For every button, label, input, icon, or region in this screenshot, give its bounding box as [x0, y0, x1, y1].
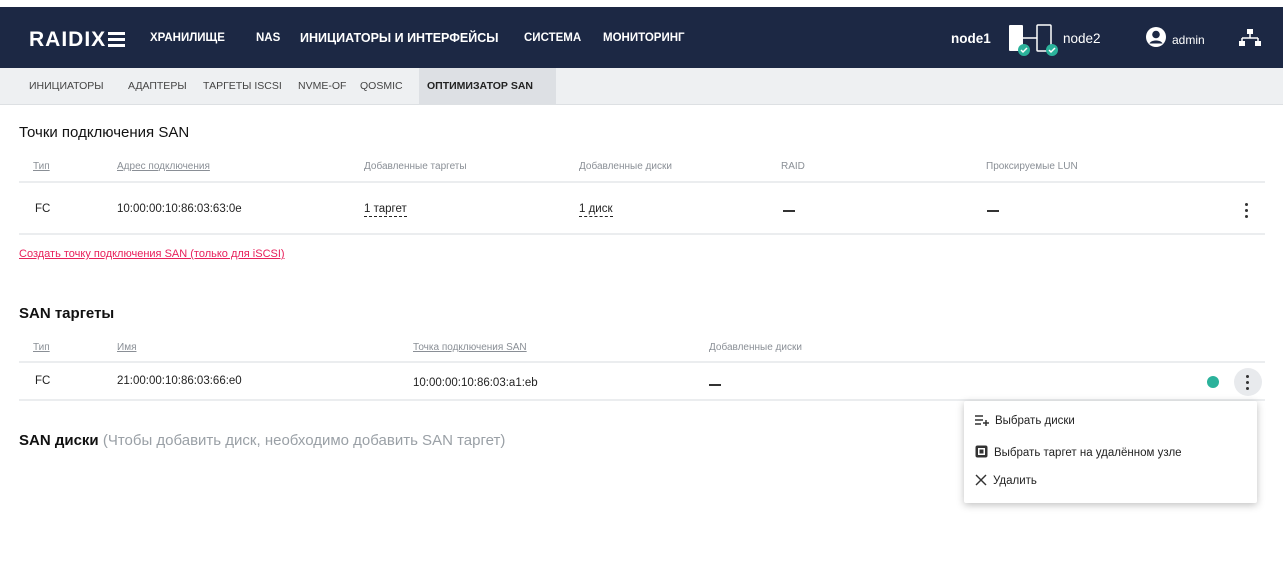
menu-item-label: Выбрать таргет на удалённом узле	[994, 447, 1182, 459]
row-divider	[19, 361, 1265, 363]
menu-select-disks[interactable]: Выбрать диски	[975, 414, 1075, 427]
menu-select-remote-target[interactable]: Выбрать таргет на удалённом узле	[975, 445, 1182, 459]
lun-empty-dash	[987, 210, 999, 212]
col-added-targets: Добавленные таргеты	[364, 161, 467, 172]
add-list-icon	[975, 415, 989, 426]
sub-navbar: ИНИЦИАТОРЫ АДАПТЕРЫ ТАРГЕТЫ ISCSI NVME-O…	[0, 68, 1283, 105]
nav-initiators-interfaces[interactable]: ИНИЦИАТОРЫ И ИНТЕРФЕЙСЫ	[300, 31, 498, 45]
cell-type: FC	[35, 203, 51, 215]
san-points-title: Точки подключения SAN	[19, 124, 190, 141]
san-disks-hint: (Чтобы добавить диск, необходимо добавит…	[102, 432, 506, 449]
cell-address: 10:00:00:10:86:03:63:0e	[117, 203, 242, 215]
targets-link[interactable]: 1 таргет	[364, 203, 407, 217]
row-divider	[19, 233, 1265, 235]
cell-san-point: 10:00:00:10:86:03:a1:eb	[413, 377, 538, 389]
tab-initiators[interactable]: ИНИЦИАТОРЫ	[29, 80, 104, 92]
col-added-disks: Добавленные диски	[709, 342, 802, 353]
status-ok-icon	[1207, 376, 1219, 388]
menu-delete[interactable]: Удалить	[975, 474, 1037, 487]
row-menu-icon[interactable]	[1245, 203, 1249, 221]
col-added-disks: Добавленные диски	[579, 161, 672, 172]
cell-type: FC	[35, 375, 51, 387]
nav-monitoring[interactable]: МОНИТОРИНГ	[603, 32, 685, 44]
network-icon[interactable]	[1238, 28, 1262, 48]
col-name[interactable]: Имя	[117, 342, 136, 353]
tab-san-optimizer[interactable]: ОПТИМИЗАТОР SAN	[427, 80, 533, 92]
node1-label[interactable]: node1	[951, 31, 991, 46]
disks-link[interactable]: 1 диск	[579, 203, 613, 217]
tab-iscsi-targets[interactable]: ТАРГЕТЫ ISCSI	[203, 80, 282, 92]
col-type[interactable]: Тип	[33, 161, 50, 172]
col-san-point[interactable]: Точка подключения SAN	[413, 342, 527, 353]
col-proxied-lun: Проксируемые LUN	[986, 161, 1078, 172]
col-address[interactable]: Адрес подключения	[117, 161, 210, 172]
target-box-icon	[975, 445, 988, 458]
col-type[interactable]: Тип	[33, 342, 50, 353]
tab-nvme-of[interactable]: NVME-OF	[298, 80, 346, 92]
nav-system[interactable]: СИСТЕМА	[524, 32, 581, 44]
logo-bars-icon	[108, 32, 126, 47]
kebab-icon	[1246, 375, 1250, 393]
nav-storage[interactable]: ХРАНИЛИЩЕ	[150, 32, 225, 44]
user-name[interactable]: admin	[1172, 33, 1205, 47]
tab-adapters[interactable]: АДАПТЕРЫ	[128, 80, 187, 92]
menu-item-label: Выбрать диски	[995, 415, 1075, 427]
row-divider	[19, 181, 1265, 183]
top-navbar: RAIDIX ХРАНИЛИЩЕ NAS ИНИЦИАТОРЫ И ИНТЕРФ…	[0, 7, 1283, 75]
san-targets-title: SAN таргеты	[19, 305, 115, 322]
menu-item-label: Удалить	[993, 475, 1037, 487]
nav-nas[interactable]: NAS	[256, 32, 280, 44]
close-icon	[975, 474, 987, 486]
logo-text: RAIDIX	[29, 28, 107, 51]
node2-label[interactable]: node2	[1063, 31, 1101, 46]
nodes-status-icon[interactable]	[1007, 23, 1059, 59]
col-raid: RAID	[781, 161, 805, 172]
create-san-point-link[interactable]: Создать точку подключения SAN (только дл…	[19, 248, 285, 260]
tab-qosmic[interactable]: QOSMIC	[360, 80, 403, 92]
raid-empty-dash	[783, 210, 795, 212]
san-disks-title: SAN диски	[19, 432, 99, 449]
disks-empty-dash	[709, 384, 721, 386]
user-icon[interactable]	[1145, 26, 1167, 48]
context-menu: Выбрать диски Выбрать таргет на удалённо…	[964, 401, 1257, 503]
raidix-logo[interactable]: RAIDIX	[29, 28, 126, 52]
cell-name: 21:00:00:10:86:03:66:e0	[117, 375, 242, 387]
row-menu-button[interactable]	[1234, 368, 1262, 396]
san-disks-heading: SAN диски (Чтобы добавить диск, необходи…	[19, 432, 505, 449]
